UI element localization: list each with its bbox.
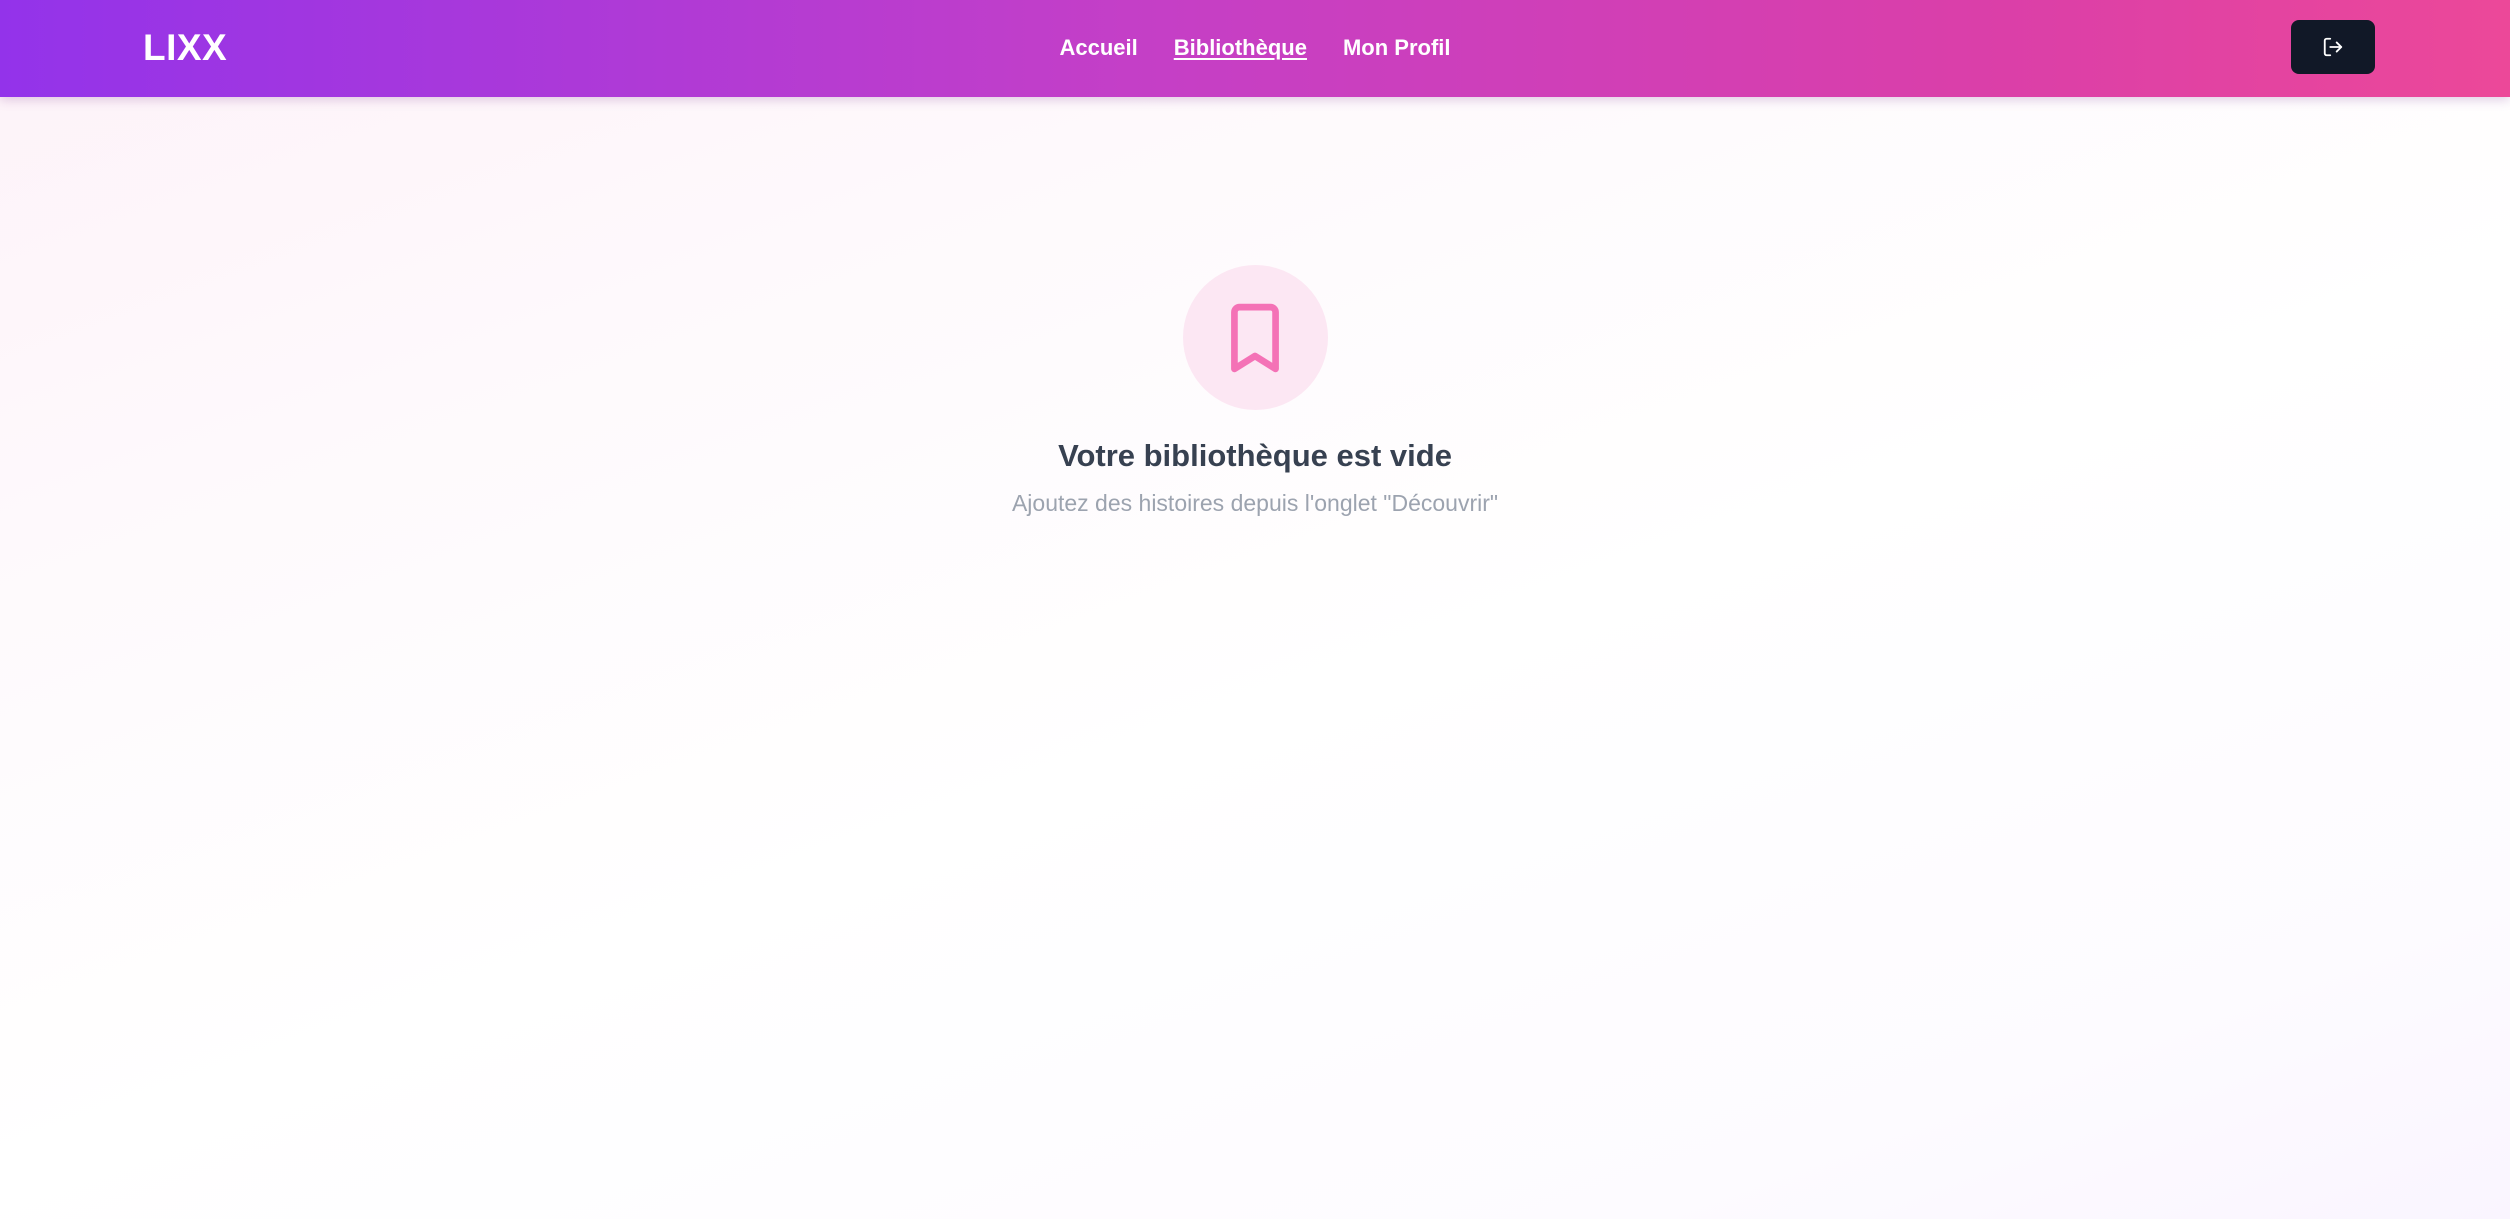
library-empty-state: Votre bibliothèque est vide Ajoutez des …	[0, 265, 2510, 518]
nav-link-bibliotheque[interactable]: Bibliothèque	[1174, 34, 1307, 62]
nav-link-mon-profil[interactable]: Mon Profil	[1343, 34, 1451, 62]
top-navbar: LIXX Accueil Bibliothèque Mon Profil	[0, 0, 2510, 97]
empty-state-title: Votre bibliothèque est vide	[1058, 438, 1452, 473]
empty-state-subtitle: Ajoutez des histoires depuis l'onglet "D…	[1011, 490, 1499, 516]
nav-link-accueil[interactable]: Accueil	[1059, 34, 1137, 62]
logout-icon	[2323, 37, 2343, 57]
empty-icon-circle	[1182, 265, 1328, 410]
main-nav: Accueil Bibliothèque Mon Profil	[0, 34, 2510, 62]
logout-button[interactable]	[2291, 20, 2375, 74]
bookmark-icon	[1231, 303, 1279, 372]
